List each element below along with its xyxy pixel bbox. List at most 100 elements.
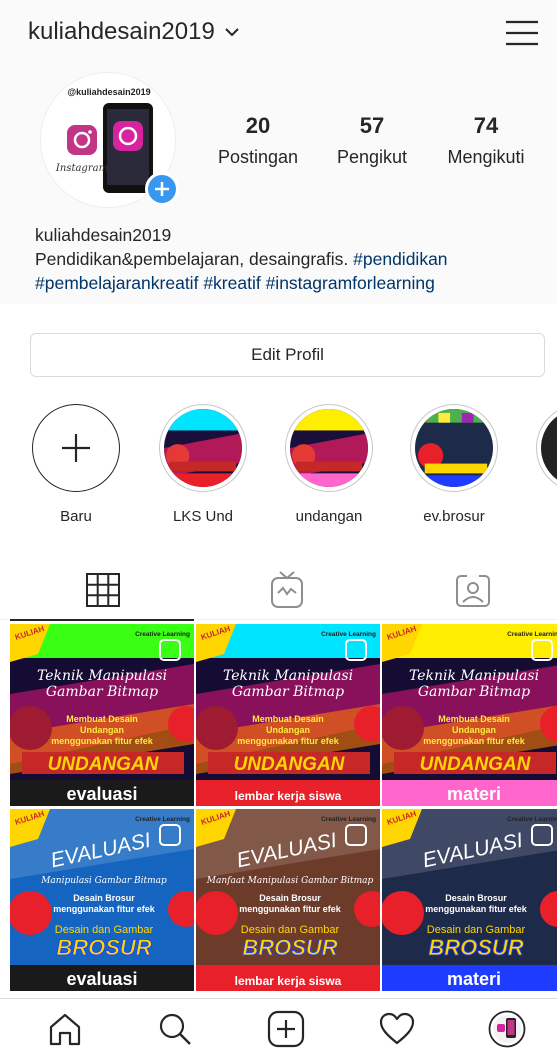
svg-text:menggunakan fitur efek: menggunakan fitur efek (53, 904, 156, 914)
header-username: kuliahdesain2019 (28, 18, 215, 45)
following-count: 74 (473, 113, 499, 138)
highlight-label: LKS Und (172, 508, 234, 525)
svg-text:Membuat Desain: Membuat Desain (438, 714, 510, 724)
followers-label: Pengikut (336, 147, 408, 167)
svg-text:Creative Learning: Creative Learning (507, 631, 557, 638)
svg-text:BROSUR: BROSUR (56, 935, 151, 960)
grid-icon (86, 573, 120, 607)
active-tab-indicator (10, 619, 194, 621)
svg-text:menggunakan fitur efek: menggunakan fitur efek (425, 904, 528, 914)
plus-icon (62, 434, 90, 462)
plus-icon (155, 182, 169, 196)
highlight-label: undangan (295, 508, 363, 525)
profile-bio: kuliahdesain2019 Pendidikan&pembelajaran… (35, 223, 535, 295)
post-grid: KULIAH Creative Learning Teknik Manipulasi… (0, 622, 557, 998)
stat-posts[interactable]: 20 Postingan (212, 113, 304, 168)
svg-text:UNDANGAN: UNDANGAN (234, 754, 346, 775)
avatar-handle-text: @kuliahdesain2019 (67, 87, 150, 97)
svg-text:Creative Learning: Creative Learning (321, 816, 376, 823)
svg-text:UNDANGAN: UNDANGAN (420, 754, 532, 775)
svg-text:Desain Brosur: Desain Brosur (445, 893, 507, 903)
svg-text:Gambar Bitmap: Gambar Bitmap (418, 684, 530, 700)
add-story-button[interactable] (145, 172, 179, 206)
bio-text: Pendidikan&pembelajaran, desaingrafis. (35, 249, 349, 269)
stat-followers[interactable]: 57 Pengikut (328, 113, 416, 168)
post-thumbnail[interactable]: KULIAH Creative Learning Teknik Manipulasi… (196, 624, 380, 806)
highlight-ev-brosur[interactable]: ev.brosur (404, 404, 504, 525)
tagged-user-icon (456, 574, 490, 607)
hashtag-link[interactable]: #pembelajarankreatif (35, 273, 198, 293)
svg-text:Membuat Desain: Membuat Desain (252, 714, 324, 724)
search-icon (159, 1013, 191, 1045)
add-post-icon (267, 1010, 305, 1048)
avatar-brand-text: Instagram (55, 163, 108, 174)
svg-text:menggunakan fitur efek: menggunakan fitur efek (51, 736, 154, 746)
highlight-cover (415, 409, 493, 487)
edit-profile-button[interactable]: Edit Profil (30, 333, 545, 377)
hamburger-menu-icon[interactable] (505, 19, 539, 47)
tab-igtv[interactable] (194, 560, 380, 620)
profile-tabs (0, 560, 557, 621)
svg-text:BROSUR: BROSUR (428, 935, 523, 960)
hashtag-link[interactable]: #instagramforlearning (266, 273, 435, 293)
home-icon (49, 1013, 81, 1046)
tab-tagged[interactable] (380, 560, 557, 620)
post-thumbnail[interactable]: KULIAH Creative Learning Teknik Manipulasi… (10, 624, 194, 806)
story-highlights: Baru LKS Und undangan ev.brosur (0, 404, 557, 534)
hashtag-link[interactable]: #pendidikan (353, 249, 447, 269)
highlight-cover (541, 409, 557, 487)
svg-text:Undangan: Undangan (452, 725, 496, 735)
svg-text:Creative Learning: Creative Learning (135, 631, 190, 638)
nav-profile[interactable] (487, 1009, 527, 1049)
chevron-down-icon (225, 28, 239, 37)
svg-text:Teknik Manipulasi: Teknik Manipulasi (37, 668, 167, 684)
nav-home[interactable] (45, 1009, 85, 1049)
nav-search[interactable] (155, 1009, 195, 1049)
highlight-undangan[interactable]: undangan (279, 404, 379, 525)
svg-text:Undangan: Undangan (80, 725, 124, 735)
svg-text:menggunakan fitur efek: menggunakan fitur efek (423, 736, 526, 746)
profile-header: @kuliahdesain2019 Instagram 20 Postingan… (0, 68, 557, 304)
posts-count: 20 (245, 113, 271, 138)
hashtag-link[interactable]: #kreatif (203, 273, 260, 293)
svg-text:Manfaat Manipulasi Gambar Bitm: Manfaat Manipulasi Gambar Bitmap (206, 876, 374, 886)
nav-new-post[interactable] (266, 1009, 306, 1049)
post-thumbnail[interactable]: KULIAH Creative Learning EVALUASI Manfaat M… (196, 809, 380, 991)
svg-text:Desain Brosur: Desain Brosur (73, 893, 135, 903)
posts-label: Postingan (217, 147, 299, 167)
igtv-icon (271, 571, 303, 608)
svg-text:Membuat Desain: Membuat Desain (66, 714, 138, 724)
svg-text:Creative Learning: Creative Learning (507, 816, 557, 823)
svg-text:Gambar Bitmap: Gambar Bitmap (232, 684, 344, 700)
profile-avatar-icon (488, 1010, 526, 1048)
profile-name: kuliahdesain2019 (35, 225, 172, 245)
following-label: Mengikuti (447, 147, 525, 167)
post-thumbnail[interactable]: KULIAH Creative Learning EVALUASI Manipulas… (10, 809, 194, 991)
top-bar: kuliahdesain2019 (0, 0, 557, 68)
svg-text:materi: materi (447, 784, 501, 804)
svg-text:Manipulasi Gambar Bitmap: Manipulasi Gambar Bitmap (40, 876, 167, 886)
svg-text:UNDANGAN: UNDANGAN (48, 754, 160, 775)
stat-following[interactable]: 74 Mengikuti (440, 113, 532, 168)
highlight-s[interactable]: s (530, 404, 557, 525)
highlight-lks-und[interactable]: LKS Und (153, 404, 253, 525)
heart-icon (379, 1012, 415, 1045)
highlight-new[interactable]: Baru (26, 404, 126, 525)
svg-text:Teknik Manipulasi: Teknik Manipulasi (409, 668, 539, 684)
svg-text:BROSUR: BROSUR (242, 935, 337, 960)
account-switcher[interactable]: kuliahdesain2019 (28, 18, 239, 46)
highlight-cover (164, 409, 242, 487)
post-thumbnail[interactable]: KULIAH Creative Learning EVALUASI Desain Br… (382, 809, 557, 991)
highlight-label: Baru (60, 508, 92, 525)
svg-text:menggunakan fitur efek: menggunakan fitur efek (237, 736, 340, 746)
svg-text:Creative Learning: Creative Learning (135, 816, 190, 823)
post-thumbnail[interactable]: KULIAH Creative Learning Teknik Manipulasi… (382, 624, 557, 806)
highlight-cover (290, 409, 368, 487)
svg-text:Teknik Manipulasi: Teknik Manipulasi (223, 668, 353, 684)
svg-text:Desain Brosur: Desain Brosur (259, 893, 321, 903)
svg-text:menggunakan fitur efek: menggunakan fitur efek (239, 904, 342, 914)
highlight-label: ev.brosur (423, 508, 485, 525)
nav-activity[interactable] (377, 1009, 417, 1049)
tab-grid[interactable] (10, 560, 196, 621)
svg-text:Undangan: Undangan (266, 725, 310, 735)
